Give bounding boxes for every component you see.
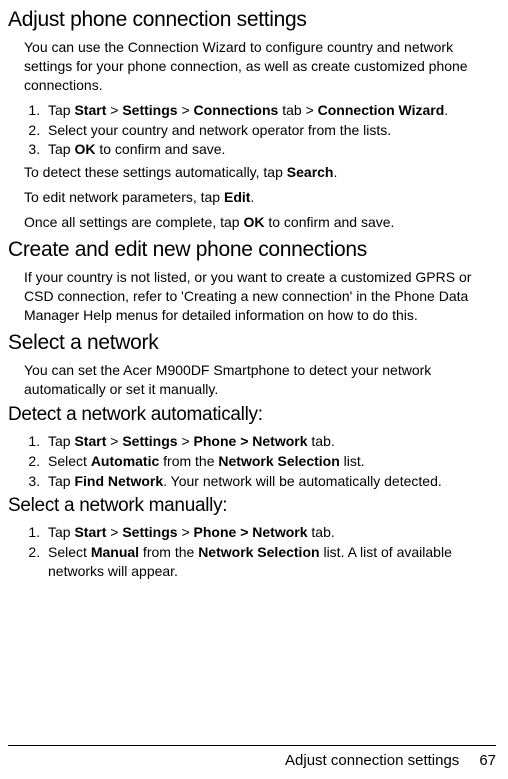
text: .: [444, 102, 448, 118]
text: Select: [48, 453, 91, 469]
text: >: [178, 433, 194, 449]
step-item: Tap Start > Settings > Phone > Network t…: [44, 523, 496, 542]
bold-settings: Settings: [122, 524, 177, 540]
heading-create-edit: Create and edit new phone connections: [8, 238, 496, 262]
footer-page-number: 67: [479, 752, 496, 769]
step-item: Select your country and network operator…: [44, 121, 496, 140]
bold-phone-network: Phone > Network: [194, 524, 308, 540]
step-item: Tap Find Network. Your network will be a…: [44, 472, 496, 491]
heading-select-manual: Select a network manually:: [8, 495, 496, 517]
text: .: [250, 189, 254, 205]
bold-manual: Manual: [91, 544, 139, 560]
text: Once all settings are complete, tap: [24, 214, 243, 230]
edit-text: To edit network parameters, tap Edit.: [24, 188, 496, 207]
bold-ok: OK: [74, 141, 95, 157]
intro-text: You can use the Connection Wizard to con…: [24, 38, 496, 95]
bold-connection-wizard: Connection Wizard: [318, 102, 445, 118]
step-item: Tap Start > Settings > Phone > Network t…: [44, 432, 496, 451]
bold-phone-network: Phone > Network: [194, 433, 308, 449]
heading-adjust-phone: Adjust phone connection settings: [8, 8, 496, 32]
footer-title: Adjust connection settings: [285, 752, 459, 769]
text: tab.: [308, 524, 335, 540]
bold-ok: OK: [243, 214, 264, 230]
bold-connections: Connections: [194, 102, 279, 118]
step-item: Select Manual from the Network Selection…: [44, 543, 496, 581]
text: Tap: [48, 102, 74, 118]
complete-text: Once all settings are complete, tap OK t…: [24, 213, 496, 232]
text: Tap: [48, 473, 74, 489]
bold-settings: Settings: [122, 102, 177, 118]
text: Tap: [48, 524, 74, 540]
page-footer: Adjust connection settings 67: [8, 745, 496, 769]
steps-list-1: Tap Start > Settings > Connections tab >…: [24, 101, 496, 160]
text: >: [178, 524, 194, 540]
heading-select-network: Select a network: [8, 331, 496, 355]
text: tab.: [308, 433, 335, 449]
text: >: [178, 102, 194, 118]
bold-network-selection: Network Selection: [198, 544, 319, 560]
text: >: [106, 102, 122, 118]
text: >: [106, 433, 122, 449]
text: to confirm and save.: [264, 214, 394, 230]
page-content: Adjust phone connection settings You can…: [8, 8, 496, 625]
text: Select: [48, 544, 91, 560]
text: .: [333, 164, 337, 180]
text: To detect these settings automatically, …: [24, 164, 287, 180]
text: . Your network will be automatically det…: [163, 473, 442, 489]
bold-edit: Edit: [224, 189, 250, 205]
bold-search: Search: [287, 164, 334, 180]
select-network-body: You can set the Acer M900DF Smartphone t…: [24, 361, 496, 399]
text: from the: [159, 453, 218, 469]
text: tab >: [278, 102, 317, 118]
steps-list-manual: Tap Start > Settings > Phone > Network t…: [24, 523, 496, 581]
bold-automatic: Automatic: [91, 453, 159, 469]
text: to confirm and save.: [95, 141, 225, 157]
bold-settings: Settings: [122, 433, 177, 449]
detect-text: To detect these settings automatically, …: [24, 163, 496, 182]
text: Tap: [48, 433, 74, 449]
steps-list-auto: Tap Start > Settings > Phone > Network t…: [24, 432, 496, 491]
step-item: Select Automatic from the Network Select…: [44, 452, 496, 471]
text: list.: [340, 453, 365, 469]
text: from the: [139, 544, 198, 560]
bold-start: Start: [74, 102, 106, 118]
text: To edit network parameters, tap: [24, 189, 224, 205]
bold-network-selection: Network Selection: [218, 453, 339, 469]
bold-start: Start: [74, 433, 106, 449]
create-edit-body: If your country is not listed, or you wa…: [24, 268, 496, 325]
bold-start: Start: [74, 524, 106, 540]
text: Tap: [48, 141, 74, 157]
bold-find-network: Find Network: [74, 473, 163, 489]
step-item: Tap OK to confirm and save.: [44, 140, 496, 159]
step-item: Tap Start > Settings > Connections tab >…: [44, 101, 496, 120]
heading-detect-auto: Detect a network automatically:: [8, 404, 496, 426]
text: >: [106, 524, 122, 540]
